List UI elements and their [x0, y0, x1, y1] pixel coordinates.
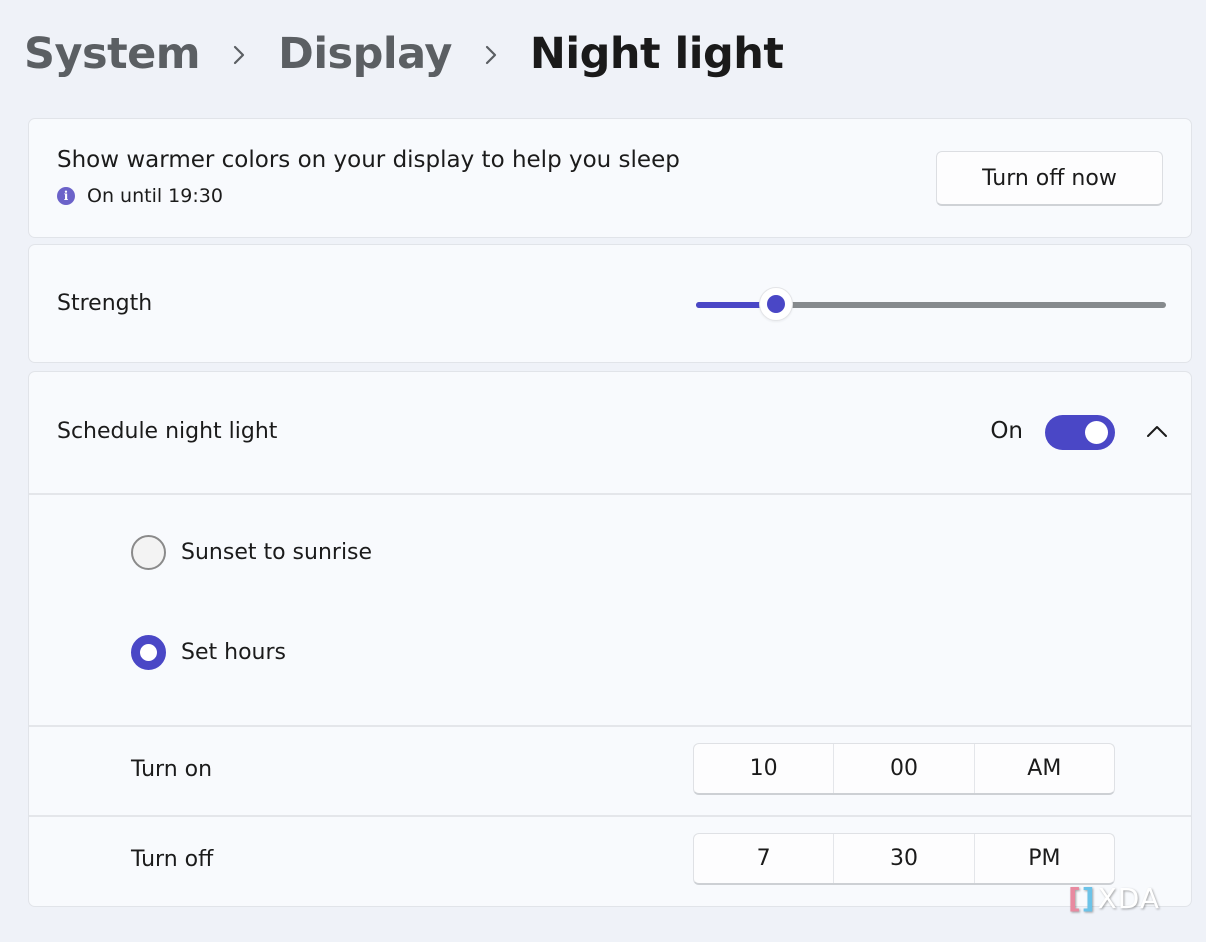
turn-off-time-picker[interactable]: 7 30 PM [693, 833, 1115, 885]
info-icon: i [57, 187, 75, 205]
turn-on-hour[interactable]: 10 [694, 744, 835, 793]
radio-label: Sunset to sunrise [181, 540, 373, 565]
chevron-up-icon[interactable] [1143, 418, 1171, 446]
watermark-bracket-left: [ [1068, 882, 1082, 915]
turn-off-now-button[interactable]: Turn off now [936, 151, 1163, 206]
slider-thumb[interactable] [758, 287, 793, 321]
strength-slider[interactable] [696, 287, 1166, 323]
turn-off-row: Turn off 7 30 PM [29, 815, 1191, 905]
breadcrumb-system[interactable]: System [24, 29, 201, 79]
slider-thumb-dot [766, 295, 785, 313]
schedule-header[interactable]: Schedule night light On [29, 372, 1191, 495]
turn-off-minute[interactable]: 30 [834, 834, 975, 883]
page-title: Night light [529, 29, 784, 79]
radio-sunset-to-sunrise[interactable]: Sunset to sunrise [131, 535, 372, 570]
radio-button[interactable] [131, 535, 166, 570]
turn-off-hour[interactable]: 7 [694, 834, 835, 883]
turn-off-label: Turn off [131, 847, 214, 872]
radio-label: Set hours [181, 640, 286, 665]
xda-watermark-logo: [ ] XDA [1068, 882, 1160, 915]
breadcrumb-display[interactable]: Display [278, 29, 452, 79]
toggle-knob [1085, 421, 1108, 444]
turn-on-period[interactable]: AM [975, 744, 1114, 793]
strength-label: Strength [57, 291, 153, 316]
status-text: On until 19:30 [87, 185, 223, 207]
chevron-right-icon [452, 39, 530, 69]
chevron-right-icon [200, 39, 278, 69]
turn-on-minute[interactable]: 00 [834, 744, 975, 793]
strength-card: Strength [28, 244, 1192, 363]
toggle-state-label: On [990, 418, 1023, 444]
turn-on-label: Turn on [131, 757, 213, 782]
breadcrumb: System Display Night light [24, 22, 784, 86]
night-light-status-card: Show warmer colors on your display to he… [28, 118, 1192, 238]
status-line: i On until 19:30 [57, 185, 223, 207]
watermark-text: XDA [1097, 882, 1160, 915]
schedule-label: Schedule night light [57, 419, 278, 444]
turn-on-time-picker[interactable]: 10 00 AM [693, 743, 1115, 795]
schedule-card: Schedule night light On Sunset to sunris… [28, 371, 1192, 907]
watermark-bracket-right: ] [1081, 882, 1096, 915]
night-light-description: Show warmer colors on your display to he… [57, 147, 680, 173]
radio-button[interactable] [131, 635, 166, 670]
turn-off-period[interactable]: PM [975, 834, 1114, 883]
radio-set-hours[interactable]: Set hours [131, 635, 286, 670]
schedule-toggle[interactable] [1045, 415, 1115, 450]
turn-on-row: Turn on 10 00 AM [29, 725, 1191, 815]
